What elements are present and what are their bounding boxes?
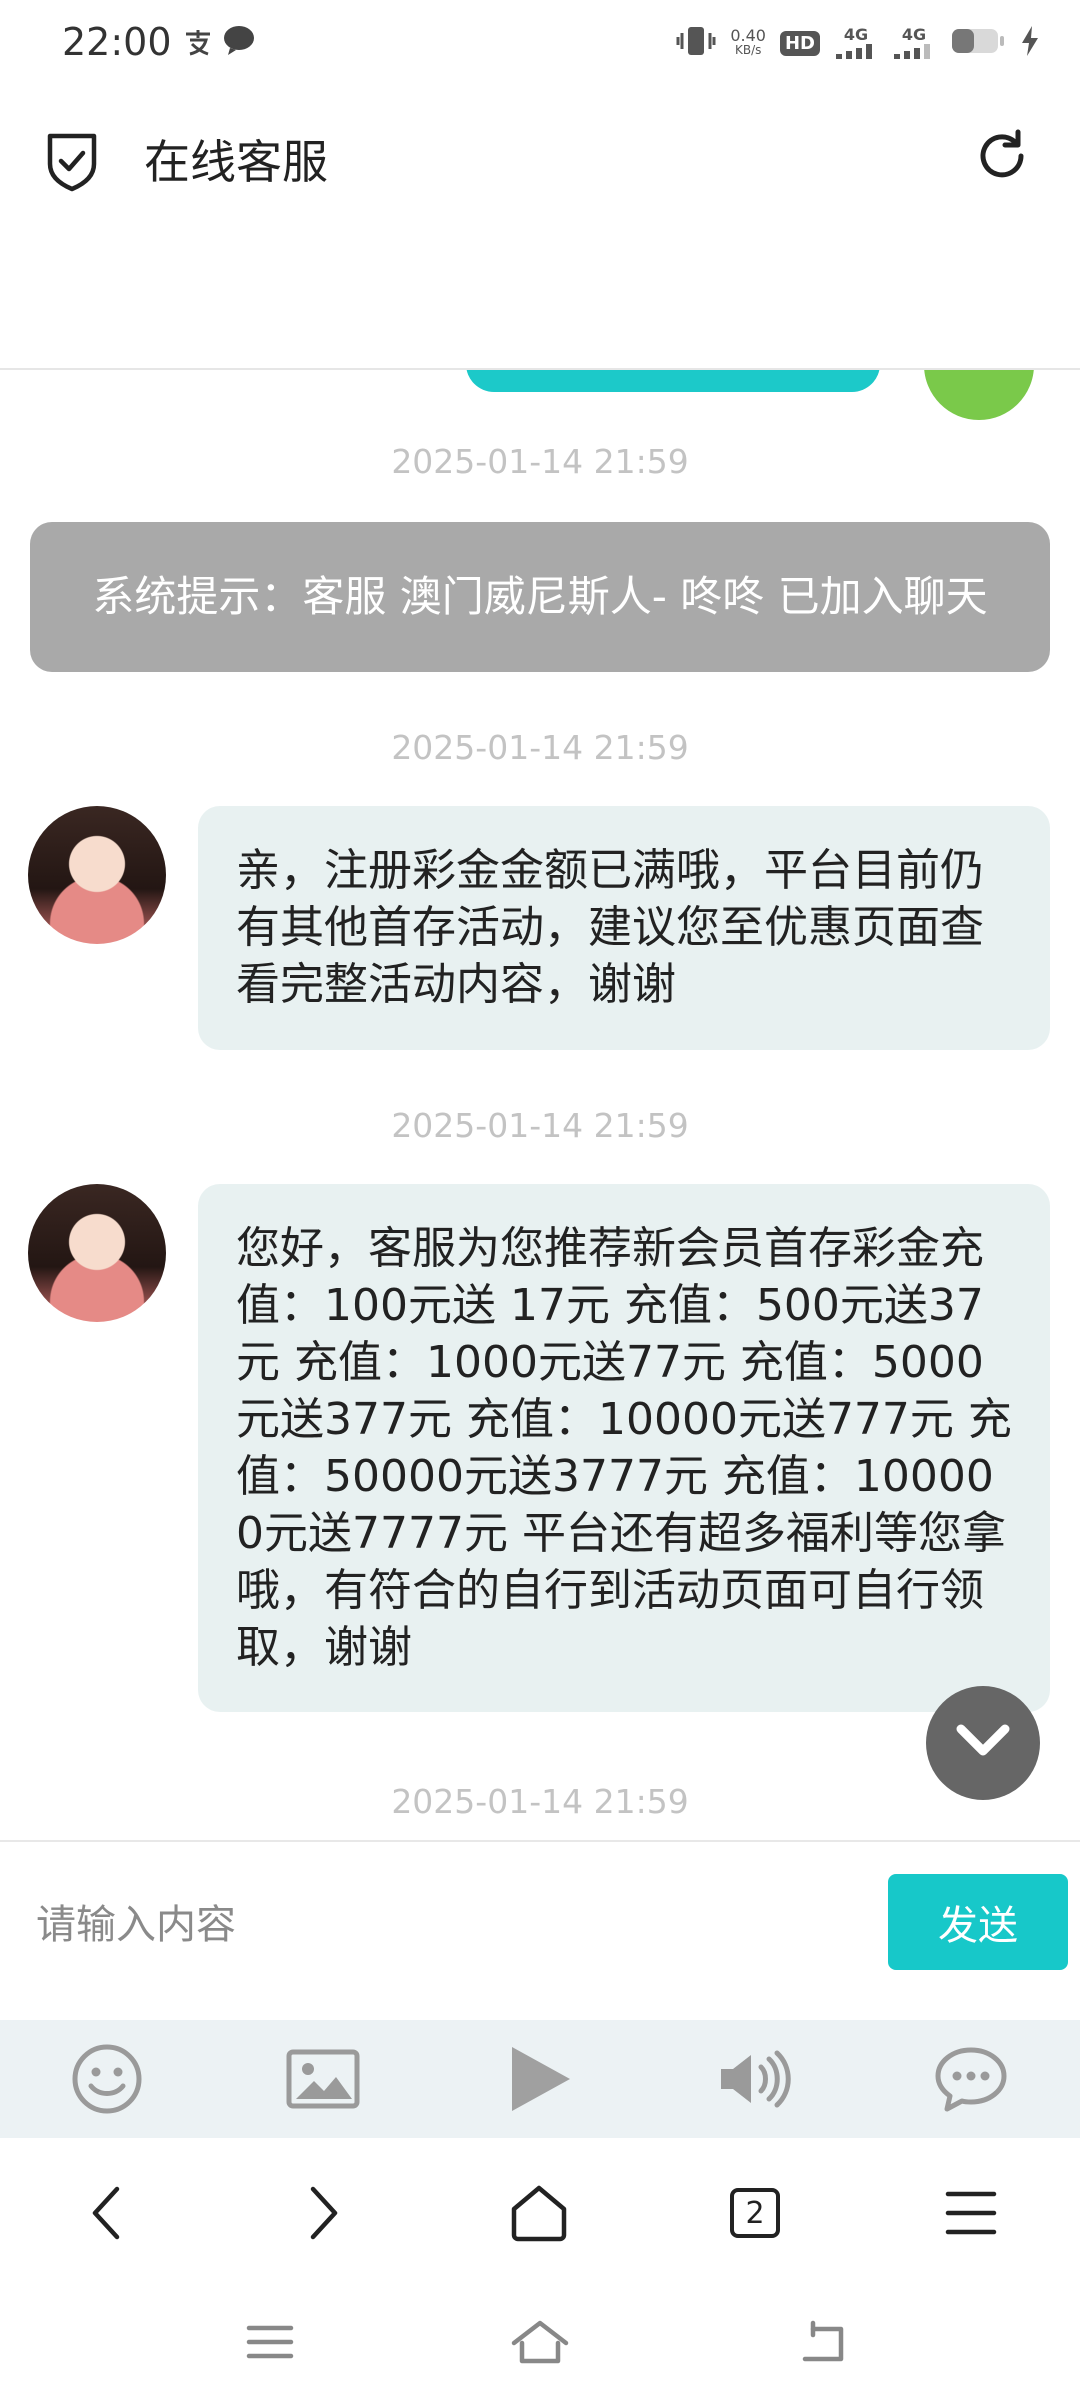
agent-message-bubble: 您好，客服为您推荐新会员首存彩金充值：100元送 17元 充值：500元送37元…	[198, 1184, 1050, 1712]
image-icon[interactable]	[278, 2034, 368, 2124]
scroll-down-button[interactable]	[926, 1686, 1040, 1800]
status-bar: 22:00 0.40 KB/s HD 4G 4G	[0, 0, 1080, 86]
status-time: 22:00	[62, 20, 172, 64]
hd-label: HD	[784, 32, 815, 54]
video-icon[interactable]	[494, 2034, 584, 2124]
user-message-bubble	[466, 370, 880, 392]
comment-icon[interactable]	[926, 2034, 1016, 2124]
net-speed-unit: KB/s	[734, 43, 762, 57]
system-message: 系统提示：客服 澳门威尼斯人- 咚咚 已加入聊天	[30, 522, 1050, 672]
chat-area[interactable]: 2025-01-14 21:59 系统提示：客服 澳门威尼斯人- 咚咚 已加入聊…	[0, 370, 1080, 1840]
back-icon[interactable]	[72, 2178, 142, 2248]
browser-nav-bar: 2	[0, 2138, 1080, 2284]
battery-icon	[950, 26, 1006, 60]
agent-avatar[interactable]	[28, 1184, 166, 1322]
alipay-icon	[182, 26, 214, 62]
emoji-icon[interactable]	[62, 2034, 152, 2124]
send-button[interactable]: 发送	[888, 1874, 1068, 1970]
shield-check-icon[interactable]	[44, 130, 100, 196]
chat-bubble-icon	[222, 24, 256, 60]
signal2-label: 4G	[901, 25, 927, 44]
status-icons: 0.40 KB/s HD 4G 4G	[676, 22, 1040, 64]
hd-icon: HD	[779, 30, 820, 56]
tab-count: 2	[730, 2188, 780, 2238]
audio-icon[interactable]	[710, 2034, 800, 2124]
agent-avatar[interactable]	[28, 806, 166, 944]
message-input-bar: 发送	[0, 1840, 1080, 2022]
agent-message-bubble: 亲，注册彩金金额已满哦，平台目前仍有其他首存活动，建议您至优惠页面查看完整活动内…	[198, 806, 1050, 1050]
app-header: 在线客服	[0, 86, 1080, 370]
message-timestamp: 2025-01-14 21:59	[391, 442, 689, 481]
tabs-icon[interactable]: 2	[720, 2178, 790, 2248]
vibrate-icon	[676, 23, 716, 63]
signal-4g-icon: 4G	[834, 27, 878, 59]
message-timestamp: 2025-01-14 21:59	[391, 728, 689, 767]
chevron-down-icon	[953, 1721, 1013, 1765]
net-speed: 0.40 KB/s	[730, 28, 766, 58]
recent-apps-icon[interactable]	[240, 2312, 300, 2372]
refresh-icon[interactable]	[972, 126, 1032, 190]
back-icon[interactable]	[794, 2312, 854, 2372]
charging-icon	[1020, 25, 1040, 61]
page-title: 在线客服	[144, 135, 328, 189]
message-timestamp: 2025-01-14 21:59	[391, 1782, 689, 1821]
message-input[interactable]	[34, 1884, 858, 1966]
user-avatar	[924, 370, 1034, 420]
message-timestamp: 2025-01-14 21:59	[391, 1106, 689, 1145]
forward-icon[interactable]	[288, 2178, 358, 2248]
signal-4g-icon: 4G	[892, 27, 936, 59]
system-nav-bar	[0, 2284, 1080, 2408]
home-icon[interactable]	[504, 2178, 574, 2248]
signal1-label: 4G	[843, 25, 869, 44]
menu-icon[interactable]	[936, 2178, 1006, 2248]
net-speed-value: 0.40	[730, 26, 766, 45]
home-icon[interactable]	[510, 2312, 570, 2372]
chat-toolbar	[0, 2020, 1080, 2138]
